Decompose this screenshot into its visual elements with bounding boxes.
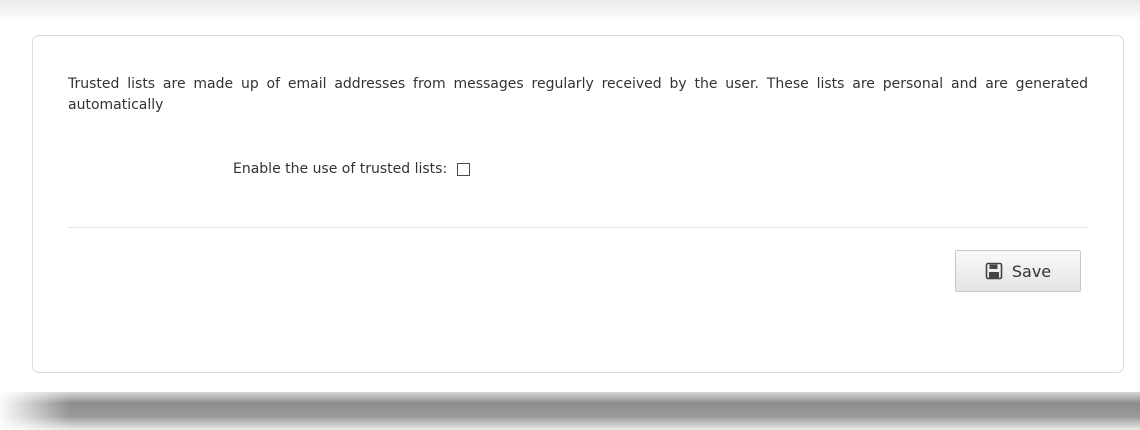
- trusted-lists-panel: Trusted lists are made up of email addre…: [32, 35, 1124, 373]
- floppy-disk-icon: [985, 262, 1003, 280]
- trusted-lists-description: Trusted lists are made up of email addre…: [68, 76, 1088, 113]
- enable-trusted-lists-checkbox[interactable]: [457, 162, 471, 176]
- enable-trusted-lists-label: Enable the use of trusted lists:: [233, 161, 448, 177]
- save-button-label: Save: [1011, 261, 1052, 281]
- enable-trusted-lists-row: Enable the use of trusted lists:: [233, 159, 471, 179]
- bottom-shadow: [0, 392, 1140, 430]
- top-shadow: [0, 0, 1140, 22]
- save-button[interactable]: Save: [955, 250, 1081, 292]
- divider: [68, 227, 1088, 228]
